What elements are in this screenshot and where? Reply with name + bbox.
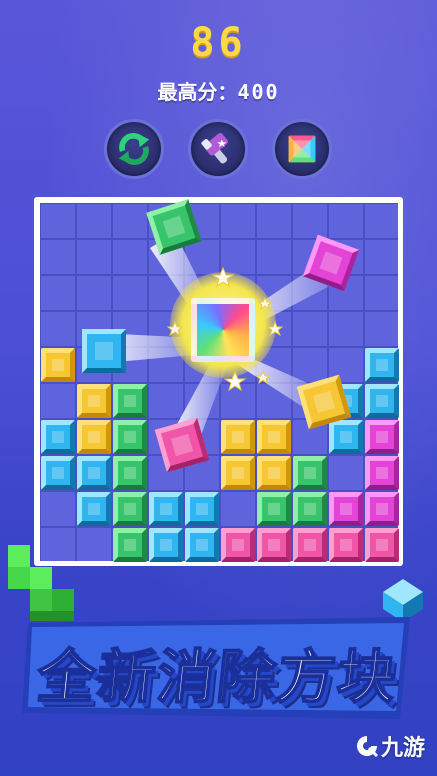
board-block-blue (77, 492, 111, 526)
promo-banner-text: 全新消除方块 (33, 642, 402, 712)
board-block-green (293, 492, 327, 526)
board-block-blue (365, 384, 399, 418)
board-block-blue (77, 456, 111, 490)
board-block-magenta (365, 456, 399, 490)
board-block-pink (293, 528, 327, 562)
best-score-value: 400 (237, 80, 280, 104)
board-block-green (113, 456, 147, 490)
board-block-magenta (365, 420, 399, 454)
board-block-blue (149, 528, 183, 562)
board-block-yellow (77, 384, 111, 418)
board-block-green (113, 528, 147, 562)
rainbow-block-icon (288, 135, 316, 163)
board-block-yellow (41, 348, 75, 382)
board-block-green (113, 384, 147, 418)
board-block-pink (221, 528, 255, 562)
board-block-green (113, 420, 147, 454)
decorative-green-tetromino (8, 545, 74, 621)
current-score: 86 (190, 20, 247, 66)
board-block-yellow (257, 456, 291, 490)
board-block-pink (257, 528, 291, 562)
board-block-yellow (77, 420, 111, 454)
board-block-pink (329, 528, 363, 562)
board-block-magenta (365, 492, 399, 526)
watermark-text: 九游 (380, 736, 425, 761)
board-block-magenta (329, 492, 363, 526)
sparkle-stars (166, 266, 284, 392)
best-score: 最高分：400 (0, 76, 437, 105)
board-block-blue (41, 420, 75, 454)
board-block-green (293, 456, 327, 490)
board-block-blue (185, 528, 219, 562)
hammer-powerup-button[interactable] (188, 119, 248, 179)
board-block-blue (185, 492, 219, 526)
board-block-blue (41, 456, 75, 490)
board-block-green (113, 492, 147, 526)
board-block-green (257, 492, 291, 526)
jiuyou-logo-icon (356, 736, 379, 758)
refresh-powerup-button[interactable] (104, 119, 164, 179)
flying-block-blue (82, 329, 126, 373)
board-block-pink (365, 528, 399, 562)
board-block-yellow (221, 420, 255, 454)
rainbow-block-powerup-button[interactable] (272, 119, 332, 179)
best-score-label: 最高分： (157, 80, 238, 104)
board-block-blue (149, 492, 183, 526)
board-block-yellow (257, 420, 291, 454)
hammer-icon (201, 132, 228, 164)
watermark: 九游 (355, 730, 425, 762)
game-screen: 86 最高分：400 全新消除方块 九游 (0, 0, 437, 776)
board-block-yellow (221, 456, 255, 490)
board-block-blue (365, 348, 399, 382)
refresh-arrows-icon (118, 133, 150, 165)
board-block-blue (329, 420, 363, 454)
